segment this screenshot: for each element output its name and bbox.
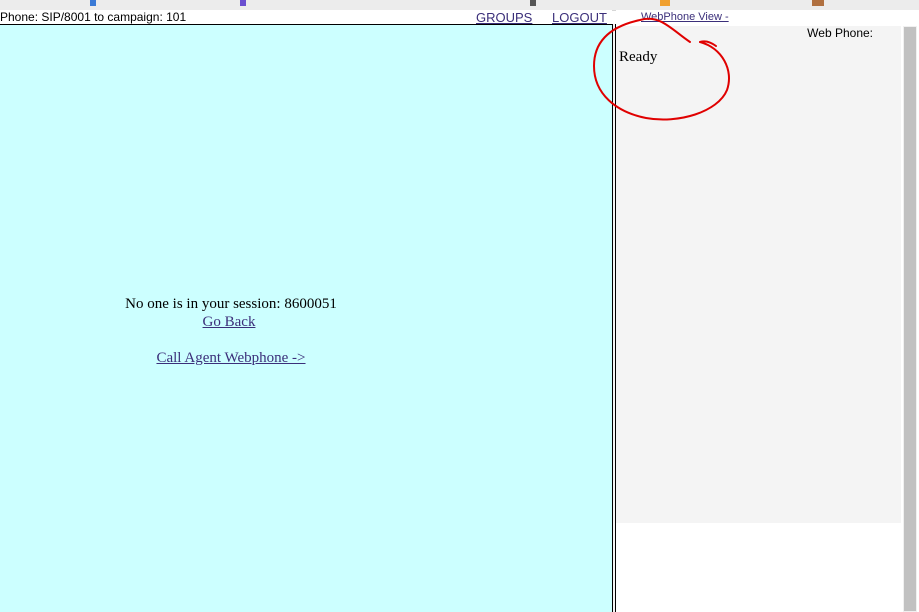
groups-link[interactable]: GROUPS	[476, 10, 532, 25]
scrollbar-thumb[interactable]	[904, 27, 916, 611]
webphone-scrollbar[interactable]	[903, 26, 917, 612]
call-agent-webphone-link[interactable]: Call Agent Webphone ->	[156, 350, 305, 366]
webphone-frame: Web Phone: Ready	[616, 26, 901, 523]
go-back-link[interactable]: Go Back	[203, 314, 256, 330]
webphone-panel: WebPhone View - Web Phone: Ready	[616, 10, 919, 612]
call-webphone-block: Call Agent Webphone ->	[0, 349, 462, 367]
webphone-lower-area	[616, 523, 901, 612]
agent-header: Phone: SIP/8001 to campaign: 101 GROUPS …	[0, 10, 612, 25]
session-panel: No one is in your session: 8600051 Go Ba…	[0, 24, 612, 612]
phone-campaign-info: Phone: SIP/8001 to campaign: 101	[0, 10, 187, 24]
go-back-block: Go Back	[0, 313, 458, 331]
webphone-view-link[interactable]: WebPhone View -	[641, 10, 729, 24]
logout-link[interactable]: LOGOUT	[552, 10, 607, 25]
webphone-label: Web Phone:	[807, 26, 873, 40]
webphone-status: Ready	[619, 49, 658, 65]
session-message-block: No one is in your session: 8600051	[0, 295, 462, 313]
session-message: No one is in your session: 8600051	[125, 296, 337, 312]
